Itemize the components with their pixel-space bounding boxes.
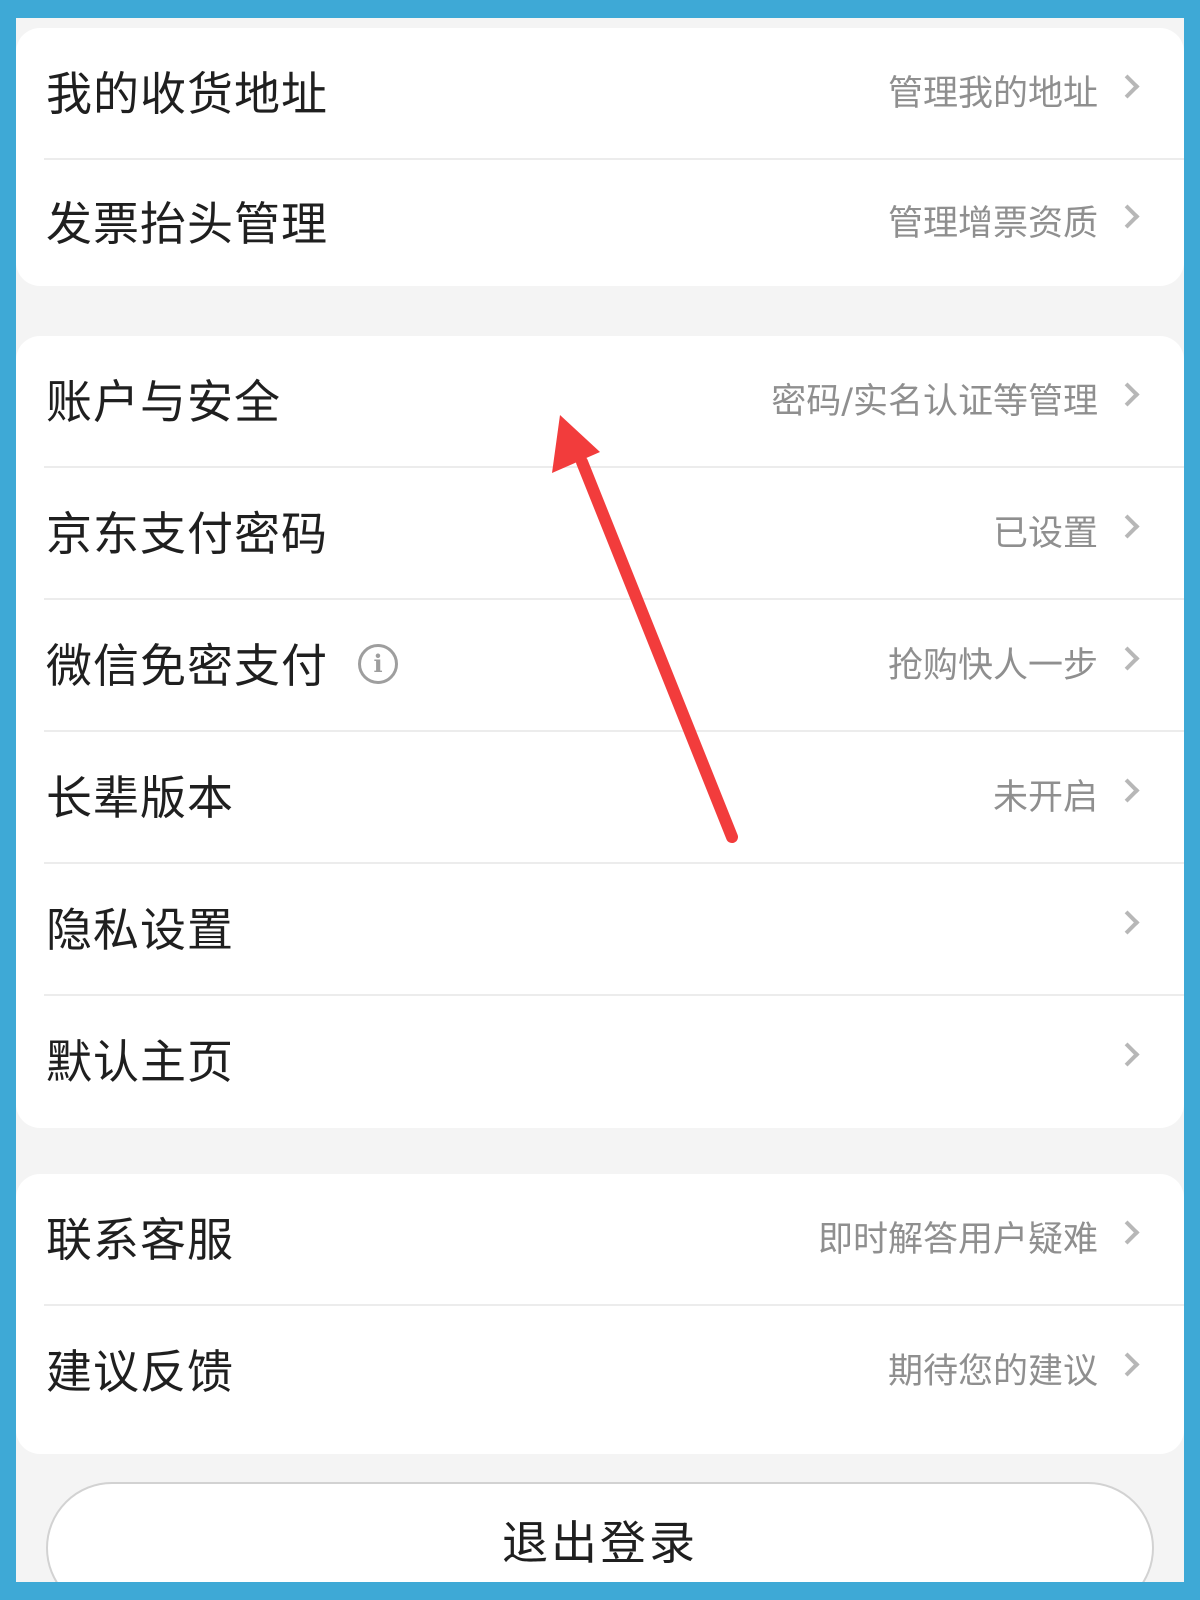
card-addresses: 我的收货地址 管理我的地址 发票抬头管理 管理增票资质 — [16, 28, 1184, 286]
row-title-invoice-header: 发票抬头管理 — [46, 197, 328, 251]
chevron-right-icon — [1115, 1042, 1140, 1067]
row-privacy-settings[interactable]: 隐私设置 — [16, 864, 1184, 996]
chevron-right-icon — [1115, 1352, 1140, 1377]
row-title-account-security: 账户与安全 — [46, 375, 281, 429]
chevron-right-icon — [1115, 910, 1140, 935]
row-account-security[interactable]: 账户与安全 密码/实名认证等管理 — [16, 336, 1184, 468]
row-title-feedback: 建议反馈 — [46, 1345, 234, 1399]
row-customer-service[interactable]: 联系客服 即时解答用户疑难 — [16, 1174, 1184, 1306]
chevron-right-icon — [1115, 646, 1140, 671]
card-account: 账户与安全 密码/实名认证等管理 京东支付密码 已设置 微信免密支付 i 抢购快… — [16, 336, 1184, 1128]
row-value-wechat-password-free-pay: 抢购快人一步 — [887, 646, 1098, 686]
row-title-shipping-address: 我的收货地址 — [46, 67, 328, 121]
row-feedback[interactable]: 建议反馈 期待您的建议 — [16, 1306, 1184, 1438]
row-default-homepage[interactable]: 默认主页 — [16, 996, 1184, 1128]
chevron-right-icon — [1115, 1220, 1140, 1245]
screenshot-frame: 我的收货地址 管理我的地址 发票抬头管理 管理增票资质 账户与安全 密码/实名认… — [0, 0, 1200, 1600]
chevron-right-icon — [1115, 382, 1140, 407]
row-title-privacy-settings: 隐私设置 — [46, 903, 234, 957]
row-value-account-security: 密码/实名认证等管理 — [771, 382, 1098, 422]
row-elder-version[interactable]: 长辈版本 未开启 — [16, 732, 1184, 864]
chevron-right-icon — [1115, 204, 1140, 229]
chevron-right-icon — [1115, 778, 1140, 803]
row-title-default-homepage: 默认主页 — [46, 1035, 234, 1089]
row-wechat-password-free-pay[interactable]: 微信免密支付 i 抢购快人一步 — [16, 600, 1184, 732]
row-title-elder-version: 长辈版本 — [46, 771, 234, 825]
row-jd-pay-password[interactable]: 京东支付密码 已设置 — [16, 468, 1184, 600]
row-title-jd-pay-password: 京东支付密码 — [46, 507, 328, 561]
row-shipping-address[interactable]: 我的收货地址 管理我的地址 — [16, 28, 1184, 160]
card-support: 联系客服 即时解答用户疑难 建议反馈 期待您的建议 — [16, 1174, 1184, 1454]
row-value-jd-pay-password: 已设置 — [992, 514, 1098, 554]
row-value-invoice-header: 管理增票资质 — [887, 204, 1098, 244]
logout-button[interactable]: 退出登录 — [46, 1482, 1154, 1582]
row-title-wechat-password-free-pay: 微信免密支付 — [46, 639, 328, 693]
row-value-shipping-address: 管理我的地址 — [887, 74, 1098, 114]
info-icon[interactable]: i — [358, 644, 398, 684]
row-value-feedback: 期待您的建议 — [887, 1352, 1098, 1392]
logout-label: 退出登录 — [502, 1516, 698, 1570]
settings-screen: 我的收货地址 管理我的地址 发票抬头管理 管理增票资质 账户与安全 密码/实名认… — [16, 18, 1184, 1582]
row-value-customer-service: 即时解答用户疑难 — [817, 1220, 1098, 1260]
chevron-right-icon — [1115, 74, 1140, 99]
row-title-customer-service: 联系客服 — [46, 1213, 234, 1267]
row-value-elder-version: 未开启 — [992, 778, 1098, 818]
row-invoice-header[interactable]: 发票抬头管理 管理增票资质 — [16, 158, 1184, 290]
chevron-right-icon — [1115, 514, 1140, 539]
